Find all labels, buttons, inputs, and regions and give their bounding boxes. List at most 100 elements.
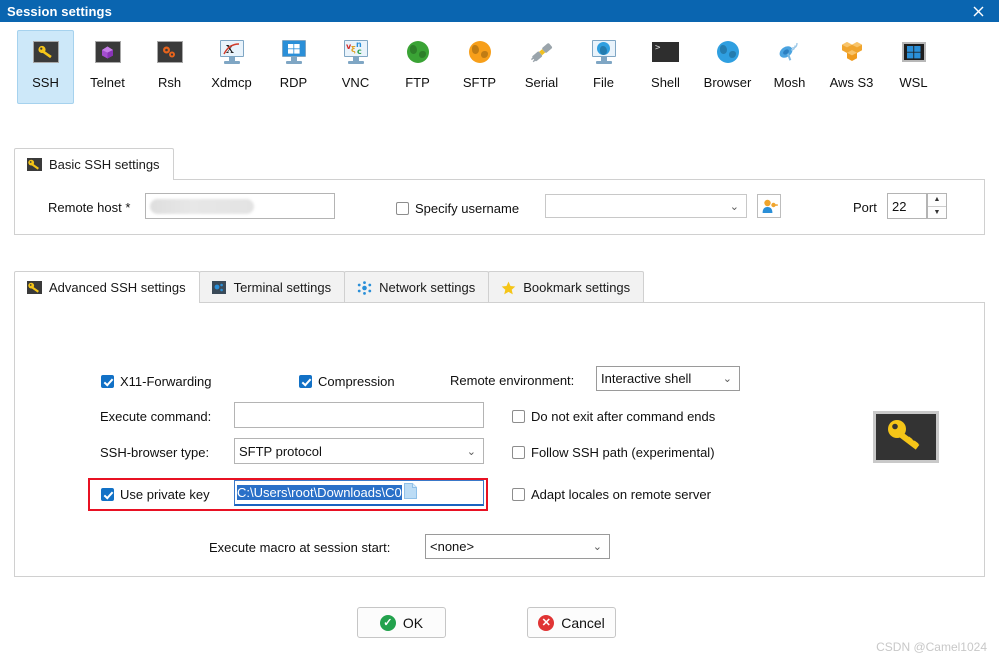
windows-icon [899, 37, 929, 67]
cancel-button[interactable]: ✕ Cancel [527, 607, 616, 638]
tab-network-settings[interactable]: Network settings [344, 271, 490, 303]
terminal-icon: > [651, 37, 681, 67]
protocol-xdmcp[interactable]: X Xdmcp [203, 30, 260, 104]
port-value: 22 [892, 198, 907, 214]
compression-checkbox[interactable]: Compression [299, 374, 395, 389]
protocol-label: WSL [899, 75, 928, 90]
ssh-browser-type-combobox[interactable]: SFTP protocol ⌄ [234, 438, 484, 464]
remote-environment-value: Interactive shell [601, 371, 692, 386]
checkbox-box [512, 446, 525, 459]
ssh-browser-type-label: SSH-browser type: [100, 445, 210, 460]
vnc-monitor-icon: v ξ n c [341, 37, 371, 67]
cancel-label: Cancel [561, 614, 605, 631]
protocol-aws-s3[interactable]: Aws S3 [823, 30, 880, 104]
protocol-label: SFTP [462, 75, 497, 90]
execute-command-input[interactable] [234, 402, 484, 428]
tab-label: Basic SSH settings [49, 157, 160, 172]
key-icon [26, 158, 42, 172]
specify-username-label: Specify username [415, 201, 520, 216]
star-icon [500, 281, 516, 295]
use-private-key-checkbox[interactable]: Use private key [101, 487, 210, 502]
protocol-ssh[interactable]: SSH [17, 30, 74, 104]
checkbox-box [512, 488, 525, 501]
execute-macro-value: <none> [430, 539, 475, 554]
remote-host-redacted-value [150, 198, 254, 214]
chevron-down-icon: ⌄ [722, 373, 732, 385]
basic-settings-panel: Remote host * Specify username ⌄ Port 22 [14, 179, 985, 235]
port-label: Port [853, 200, 877, 215]
protocol-mosh[interactable]: Mosh [761, 30, 818, 104]
checkbox-box [101, 375, 114, 388]
protocol-vnc[interactable]: v ξ n c VNC [327, 30, 384, 104]
username-combobox[interactable]: ⌄ [545, 194, 747, 218]
protocol-file[interactable]: File [575, 30, 632, 104]
gears-icon [155, 37, 185, 67]
tab-bookmark-settings[interactable]: Bookmark settings [488, 271, 645, 303]
protocol-label: Browser [703, 75, 752, 90]
tab-terminal-settings[interactable]: Terminal settings [198, 271, 346, 303]
file-icon[interactable] [403, 483, 417, 502]
compression-label: Compression [318, 374, 395, 389]
follow-ssh-path-label: Follow SSH path (experimental) [531, 445, 715, 460]
protocol-label: SSH [32, 75, 59, 90]
tab-label: Bookmark settings [523, 280, 631, 295]
private-key-input[interactable]: C:\Users\root\Downloads\C0 [234, 480, 484, 506]
x11-forwarding-checkbox[interactable]: X11-Forwarding [101, 374, 212, 389]
terminal-settings-icon [211, 281, 227, 295]
orange-globe-icon [465, 37, 495, 67]
protocol-shell[interactable]: > Shell [637, 30, 694, 104]
check-circle-icon: ✓ [379, 614, 396, 631]
protocol-browser[interactable]: Browser [699, 30, 756, 104]
protocol-wsl[interactable]: WSL [885, 30, 942, 104]
chevron-down-icon: ⌄ [466, 445, 476, 458]
blue-globe-icon [713, 37, 743, 67]
tab-label: Terminal settings [233, 280, 332, 295]
specify-username-checkbox[interactable]: Specify username [396, 201, 519, 216]
aws-cubes-icon [837, 37, 867, 67]
protocol-label: FTP [405, 75, 430, 90]
execute-macro-combobox[interactable]: <none> ⌄ [425, 534, 610, 559]
tab-label: Network settings [379, 280, 476, 295]
ok-button[interactable]: ✓ OK [357, 607, 446, 638]
network-nodes-icon [356, 280, 372, 295]
satellite-icon [775, 37, 805, 67]
serial-plug-icon [527, 37, 557, 67]
protocol-label: Telnet [90, 75, 125, 90]
close-icon[interactable] [957, 0, 999, 22]
protocol-sftp[interactable]: SFTP [451, 30, 508, 104]
protocol-serial[interactable]: Serial [513, 30, 570, 104]
port-input[interactable]: 22 [887, 193, 927, 219]
port-stepper-down[interactable]: ▼ [928, 207, 946, 219]
telnet-gem-icon [93, 37, 123, 67]
follow-ssh-path-checkbox[interactable]: Follow SSH path (experimental) [512, 445, 715, 460]
do-not-exit-checkbox[interactable]: Do not exit after command ends [512, 409, 715, 424]
checkbox-box [512, 410, 525, 423]
user-key-icon[interactable] [757, 194, 781, 218]
window-title: Session settings [7, 3, 112, 19]
key-picture [873, 411, 939, 463]
adapt-locales-checkbox[interactable]: Adapt locales on remote server [512, 487, 711, 502]
protocol-rdp[interactable]: RDP [265, 30, 322, 104]
checkbox-box [299, 375, 312, 388]
protocol-telnet[interactable]: Telnet [79, 30, 136, 104]
remote-environment-combobox[interactable]: Interactive shell ⌄ [596, 366, 740, 391]
port-stepper-up[interactable]: ▲ [928, 194, 946, 207]
checkbox-box [396, 202, 409, 215]
advanced-settings-panel: X11-Forwarding Compression Remote enviro… [14, 302, 985, 577]
chevron-down-icon: ⌄ [729, 200, 739, 213]
port-stepper[interactable]: ▲ ▼ [927, 193, 947, 219]
protocol-label: Xdmcp [211, 75, 252, 90]
watermark: CSDN @Camel1024 [876, 640, 987, 654]
protocol-label: Rsh [157, 75, 182, 90]
svg-text:c: c [357, 47, 362, 56]
tab-basic-ssh-settings[interactable]: Basic SSH settings [14, 148, 174, 180]
protocol-label: Serial [524, 75, 559, 90]
protocol-ftp[interactable]: FTP [389, 30, 446, 104]
tab-advanced-ssh-settings[interactable]: Advanced SSH settings [14, 271, 200, 303]
ok-label: OK [402, 614, 424, 631]
protocol-rsh[interactable]: Rsh [141, 30, 198, 104]
protocol-label: RDP [279, 75, 308, 90]
remote-host-input[interactable] [145, 193, 335, 219]
protocol-label: Shell [651, 75, 680, 90]
protocol-label: File [593, 75, 614, 90]
